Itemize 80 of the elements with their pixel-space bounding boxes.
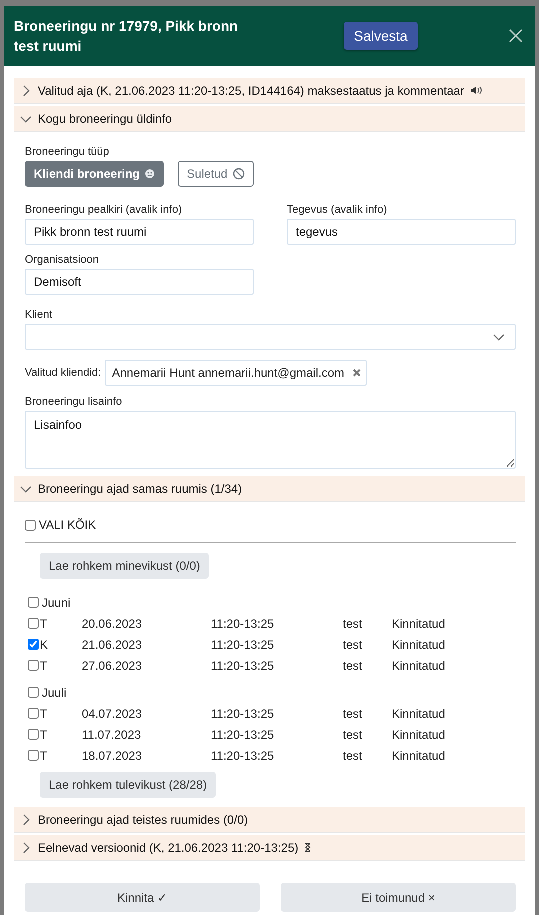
chevron-right-icon (22, 84, 30, 96)
date-text: 20.06.2023 (82, 616, 142, 630)
field-label: Organisatsioon (25, 254, 100, 266)
activity-text: test (343, 728, 362, 742)
input-field[interactable]: Demisoft (25, 269, 254, 295)
weekday-text: T (40, 658, 48, 672)
status-text: Kinnitatud (392, 638, 446, 652)
status-text: Kinnitatud (392, 616, 446, 630)
date-text: 18.07.2023 (82, 748, 142, 762)
accordion-header[interactable]: Broneeringu ajad samas ruumis (1/34) (14, 476, 525, 502)
date-text: 27.06.2023 (82, 658, 142, 672)
weekday-text: K (40, 638, 48, 652)
activity-text: test (343, 706, 362, 720)
weekday-text: T (40, 728, 48, 742)
date-text: 04.07.2023 (82, 706, 142, 720)
chevron-down-icon (20, 114, 32, 122)
date-text: 11.07.2023 (82, 728, 142, 742)
field-label: Tegevus (avalik info) (287, 204, 388, 216)
time-text: 11:20-13:25 (211, 748, 274, 762)
activity-text: test (343, 748, 362, 762)
time-text: 11:20-13:25 (211, 616, 274, 630)
speaker-icon (470, 86, 482, 95)
checkbox-label: VALI KÕIK (39, 518, 96, 532)
checkbox[interactable] (28, 660, 39, 671)
accordion-header[interactable]: Valitud aja (K, 21.06.2023 11:20-13:25, ID144164) maksestaatus ja kommentaar (14, 78, 525, 104)
field-label: Broneeringu lisainfo (25, 396, 124, 408)
smiley-icon (145, 169, 156, 179)
action-button[interactable]: Kinnita ✓ (25, 883, 260, 912)
chevron-down-icon (493, 333, 505, 341)
status-text: Kinnitatud (392, 728, 446, 742)
toggle-button[interactable]: Suletud (178, 161, 254, 187)
month-label: Juuli (42, 686, 67, 700)
checkbox[interactable] (28, 708, 39, 719)
field-label: Broneeringu tüüp (25, 146, 110, 158)
weekday-text: T (40, 616, 48, 630)
checkbox[interactable] (28, 750, 39, 761)
weekday-text: T (40, 748, 48, 762)
select-field[interactable] (25, 324, 516, 350)
activity-text: test (343, 638, 362, 652)
checkbox[interactable] (28, 687, 39, 698)
input-field[interactable]: Pikk bronn test ruumi (25, 219, 254, 245)
action-button[interactable]: Ei toimunud × (281, 883, 516, 912)
month-label: Juuni (42, 596, 71, 610)
chevron-down-icon (20, 484, 32, 492)
notes-field[interactable]: Lisainfoo (25, 411, 516, 469)
date-text: 21.06.2023 (82, 638, 142, 652)
field-label: Klient (25, 309, 54, 321)
accordion-header[interactable]: Broneeringu ajad teistes ruumides (0/0) (14, 807, 525, 833)
time-text: 11:20-13:25 (211, 728, 274, 742)
time-text: 11:20-13:25 (211, 706, 274, 720)
checkbox[interactable] (28, 639, 39, 650)
chevron-right-icon (22, 814, 30, 826)
time-text: 11:20-13:25 (211, 658, 274, 672)
checkbox[interactable] (25, 520, 36, 530)
status-text: Kinnitatud (392, 706, 446, 720)
load-more-button[interactable]: Lae rohkem minevikust (0/0) (40, 553, 210, 579)
status-text: Kinnitatud (392, 748, 446, 762)
field-label: Broneeringu pealkiri (avalik info) (25, 204, 184, 216)
accordion-header[interactable]: Kogu broneeringu üldinfo (14, 106, 525, 132)
field-label: Valitud kliendid: (25, 367, 102, 379)
close-icon[interactable] (509, 29, 523, 43)
chevron-right-icon (22, 842, 30, 854)
toggle-button[interactable]: Kliendi broneering (25, 161, 164, 187)
no-entry-icon (232, 168, 245, 180)
checkbox[interactable] (28, 597, 39, 608)
input-field[interactable]: tegevus (287, 219, 516, 245)
status-text: Kinnitatud (392, 658, 446, 672)
load-more-button[interactable]: Lae rohkem tulevikust (28/28) (40, 772, 216, 798)
weekday-text: T (40, 706, 48, 720)
chip-text: Annemarii Hunt annemarii.hunt@gmail.com (112, 366, 345, 380)
dialog-title: Broneeringu nr 17979, Pikk bronn test ruumi (14, 17, 240, 56)
remove-icon[interactable] (352, 369, 361, 377)
accordion-header[interactable]: Eelnevad versioonid (K, 21.06.2023 11:20-13:25) (14, 835, 525, 861)
activity-text: test (343, 658, 362, 672)
hourglass-icon (304, 843, 311, 852)
checkbox[interactable] (28, 618, 39, 629)
activity-text: test (343, 616, 362, 630)
checkbox[interactable] (28, 729, 39, 740)
time-text: 11:20-13:25 (211, 638, 274, 652)
save-button[interactable]: Salvesta (344, 22, 418, 50)
